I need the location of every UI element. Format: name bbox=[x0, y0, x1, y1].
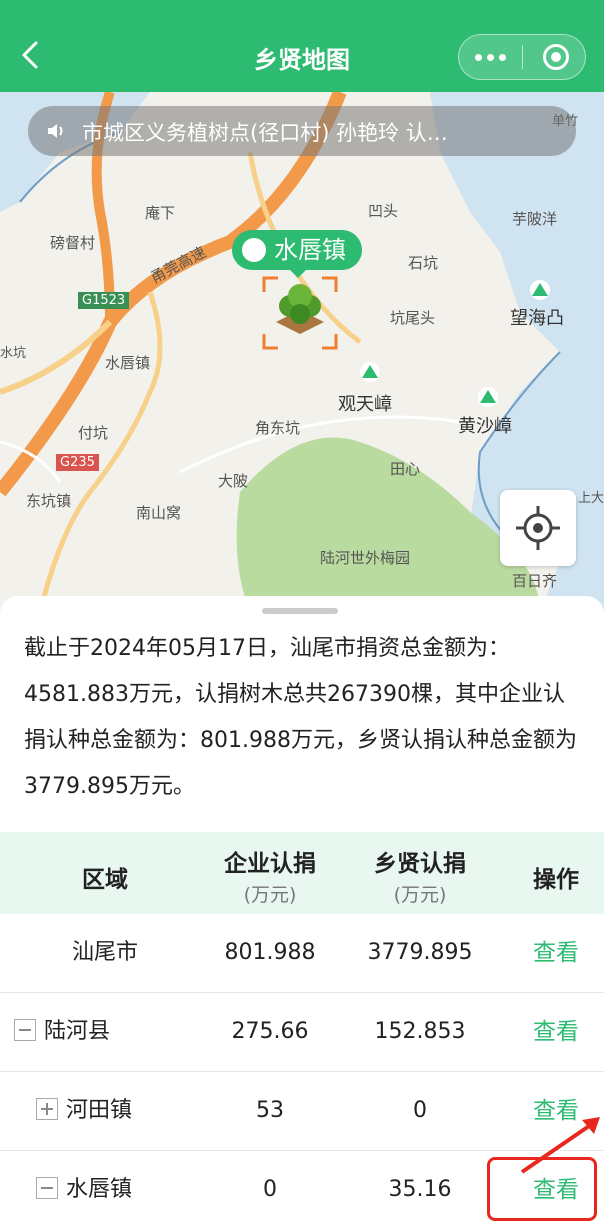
row-area: 水唇镇 bbox=[66, 1177, 133, 1202]
mountain-icon bbox=[530, 280, 550, 300]
crosshair-icon bbox=[516, 506, 560, 550]
table-header: 区域 企业认捐 (万元) 乡贤认捐 (万元) 操作 bbox=[0, 832, 604, 914]
map-label: 坑尾头 bbox=[390, 309, 436, 327]
more-menu-button[interactable] bbox=[459, 35, 522, 79]
row-enterprise: 53 bbox=[256, 1098, 284, 1123]
view-button[interactable]: 查看 bbox=[510, 914, 602, 992]
row-enterprise: 275.66 bbox=[231, 1019, 309, 1044]
map-view[interactable]: 磅督村 庵下 凹头 芋陂洋 石坑 G1523 甬莞高速 坑尾头 望海凸 水唇镇 … bbox=[0, 92, 604, 612]
row-xiangxian: 3779.895 bbox=[367, 940, 473, 965]
col-header-enterprise-label: 企业认捐 bbox=[224, 851, 316, 877]
map-label: 水坑 bbox=[0, 346, 27, 361]
mini-program-capsule bbox=[458, 34, 586, 80]
map-label: 芋陂洋 bbox=[512, 210, 558, 228]
dot-icon bbox=[499, 53, 506, 61]
highway-shield: G235 bbox=[56, 454, 99, 471]
mountain-icon bbox=[360, 362, 380, 382]
table-row: 陆河县 275.66 152.853 查看 bbox=[0, 993, 604, 1072]
map-label: 付坑 bbox=[78, 424, 109, 442]
collapse-toggle-icon[interactable] bbox=[36, 1177, 58, 1199]
dot-icon bbox=[475, 53, 482, 61]
collapse-toggle-icon[interactable] bbox=[14, 1019, 36, 1041]
nav-bar: 乡贤地图 bbox=[0, 0, 604, 92]
map-label: 百日齐 bbox=[512, 572, 558, 590]
notice-text: 市城区义务植树点(径口村) 孙艳玲 认… bbox=[82, 121, 448, 145]
row-xiangxian: 0 bbox=[413, 1098, 427, 1123]
drag-handle[interactable] bbox=[262, 608, 338, 614]
locate-me-button[interactable] bbox=[500, 490, 576, 566]
map-label: 石坑 bbox=[408, 254, 439, 272]
map-label: 望海凸 bbox=[510, 308, 564, 329]
mountain-pin-icon bbox=[242, 238, 266, 262]
view-button[interactable]: 查看 bbox=[510, 1072, 602, 1150]
close-mini-program-button[interactable] bbox=[543, 44, 569, 70]
donation-summary: 截止于2024年05月17日，汕尾市捐资总金额为：4581.883万元，认捐树木… bbox=[24, 636, 577, 799]
dot-icon bbox=[487, 53, 494, 61]
row-enterprise: 801.988 bbox=[224, 940, 316, 965]
tree-marker-icon[interactable] bbox=[262, 276, 338, 350]
row-area-cell: 水唇镇 bbox=[36, 1151, 196, 1229]
map-label: 黄沙嶂 bbox=[458, 416, 512, 437]
location-pin-label[interactable]: 水唇镇 bbox=[232, 230, 362, 278]
row-area: 陆河县 bbox=[44, 1019, 111, 1044]
view-button[interactable]: 查看 bbox=[510, 993, 602, 1071]
map-label: 庵下 bbox=[145, 204, 176, 222]
row-area-cell: 河田镇 bbox=[36, 1072, 196, 1150]
col-header-xiangxian-label: 乡贤认捐 bbox=[374, 851, 466, 877]
row-area: 汕尾市 bbox=[71, 940, 138, 965]
col-header-area: 区域 bbox=[82, 867, 128, 893]
table-row: 河田镇 53 0 查看 bbox=[0, 1072, 604, 1151]
expand-toggle-icon[interactable] bbox=[36, 1098, 58, 1120]
scrolling-notice[interactable]: 市城区义务植树点(径口村) 孙艳玲 认… bbox=[28, 106, 576, 156]
row-area: 河田镇 bbox=[66, 1098, 133, 1123]
table-row: 汕尾市 801.988 3779.895 查看 bbox=[0, 914, 604, 993]
mountain-icon bbox=[478, 387, 498, 407]
map-label: 角东坑 bbox=[255, 419, 301, 437]
map-label: 磅督村 bbox=[50, 234, 96, 252]
row-area-cell: 陆河县 bbox=[14, 993, 184, 1071]
highway-shield: G1523 bbox=[78, 292, 130, 309]
map-label: 陆河世外梅园 bbox=[320, 549, 411, 567]
map-label: 田心 bbox=[390, 460, 421, 478]
map-label: 大陂 bbox=[218, 472, 249, 490]
map-label: 东坑镇 bbox=[26, 492, 72, 510]
map-label: 南山窝 bbox=[136, 504, 182, 522]
map-label: 水唇镇 bbox=[105, 354, 151, 372]
map-label: 凹头 bbox=[368, 202, 399, 220]
highlight-box bbox=[487, 1157, 597, 1221]
col-header-enterprise-unit: (万元) bbox=[243, 884, 297, 906]
col-header-enterprise: 企业认捐 (万元) bbox=[195, 844, 345, 907]
col-header-action: 操作 bbox=[533, 867, 579, 893]
row-xiangxian: 152.853 bbox=[374, 1019, 466, 1044]
speaker-icon bbox=[48, 124, 63, 138]
pin-label-text: 水唇镇 bbox=[274, 236, 346, 264]
col-header-xiangxian: 乡贤认捐 (万元) bbox=[345, 844, 495, 907]
row-xiangxian: 35.16 bbox=[388, 1177, 452, 1202]
capsule-divider bbox=[522, 45, 523, 69]
map-label: 上大 bbox=[578, 491, 604, 506]
row-enterprise: 0 bbox=[263, 1177, 277, 1202]
map-label: 观天嶂 bbox=[338, 394, 392, 415]
col-header-xiangxian-unit: (万元) bbox=[393, 884, 447, 906]
